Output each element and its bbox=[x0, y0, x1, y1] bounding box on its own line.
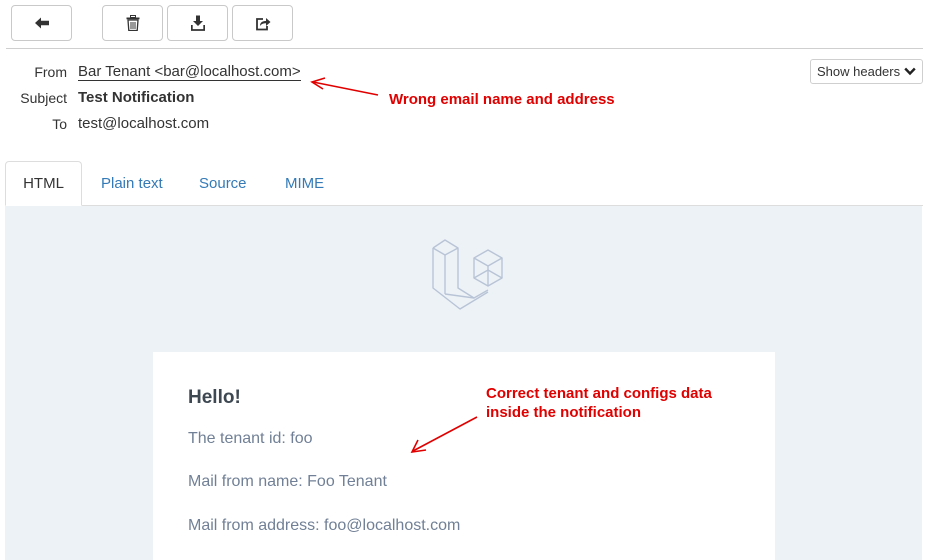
from-value: Bar Tenant <bar@localhost.com> bbox=[78, 63, 301, 81]
back-button[interactable] bbox=[11, 5, 72, 41]
to-label: To bbox=[52, 116, 67, 132]
subject-label: Subject bbox=[20, 90, 67, 106]
annotation-wrong-from: Wrong email name and address bbox=[389, 91, 615, 108]
arrow-left-icon bbox=[34, 17, 49, 29]
email-greeting: Hello! bbox=[188, 387, 241, 408]
download-button[interactable] bbox=[167, 5, 228, 41]
email-line-from-address: Mail from address: foo@localhost.com bbox=[188, 517, 461, 534]
forward-button[interactable] bbox=[232, 5, 293, 41]
subject-value: Test Notification bbox=[78, 89, 195, 106]
trash-icon bbox=[126, 15, 139, 31]
tab-html[interactable]: HTML bbox=[5, 161, 82, 206]
tab-source[interactable]: Source bbox=[199, 161, 247, 206]
email-line-tenant-id: The tenant id: foo bbox=[188, 430, 313, 447]
delete-button[interactable] bbox=[102, 5, 163, 41]
annotation-correct-data-line1: Correct tenant and configs data bbox=[486, 385, 712, 402]
annotation-arrow-from bbox=[310, 77, 379, 96]
tab-plain-text[interactable]: Plain text bbox=[101, 161, 163, 206]
toolbar bbox=[0, 0, 932, 48]
share-icon bbox=[255, 17, 270, 30]
show-headers-label: Show headers bbox=[817, 64, 901, 79]
annotation-correct-data: Correct tenant and configs data inside t… bbox=[486, 384, 712, 422]
to-value: test@localhost.com bbox=[78, 115, 210, 132]
email-line-from-name: Mail from name: Foo Tenant bbox=[188, 473, 387, 490]
laravel-logo-icon bbox=[432, 239, 503, 310]
show-headers-button[interactable]: Show headers bbox=[810, 59, 923, 84]
tab-mime[interactable]: MIME bbox=[285, 161, 324, 206]
annotation-correct-data-line2: inside the notification bbox=[486, 404, 642, 421]
chevron-down-icon bbox=[904, 67, 916, 76]
from-label: From bbox=[34, 64, 67, 80]
toolbar-divider bbox=[6, 48, 923, 49]
download-icon bbox=[190, 15, 205, 31]
annotation-arrow-data bbox=[410, 416, 478, 454]
